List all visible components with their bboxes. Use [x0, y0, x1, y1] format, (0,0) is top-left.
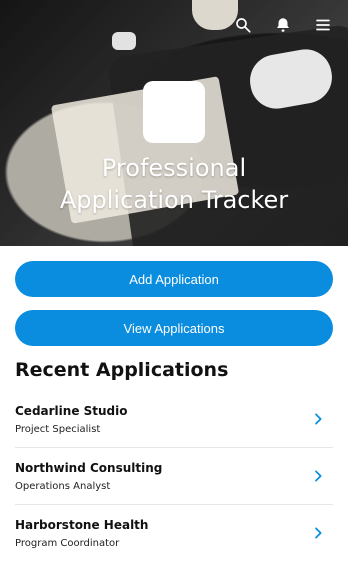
game-controller: [245, 45, 337, 113]
add-application-button[interactable]: Add Application: [15, 261, 333, 297]
chevron-right-icon[interactable]: [307, 522, 329, 544]
title-line-2: Application Tracker: [59, 186, 289, 214]
title-line-1: Professional: [101, 154, 247, 182]
hero-banner: Professional Application Tracker: [0, 0, 348, 246]
chevron-right-icon[interactable]: [307, 465, 329, 487]
role-title: Program Coordinator: [15, 537, 120, 549]
role-title: Project Specialist: [15, 423, 101, 435]
page-title: Professional Application Tracker: [0, 152, 348, 216]
top-actions: [232, 14, 334, 36]
search-icon[interactable]: [232, 14, 254, 36]
app-logo: [143, 81, 205, 143]
section-title-recent: Recent Applications: [15, 359, 229, 381]
menu-icon[interactable]: [312, 14, 334, 36]
company-name: Northwind Consulting: [15, 460, 163, 475]
list-item[interactable]: Harborstone Health Program Coordinator: [15, 505, 333, 561]
bell-icon[interactable]: [272, 14, 294, 36]
list-item[interactable]: Cedarline Studio Project Specialist: [15, 391, 333, 448]
earbuds-case: [112, 32, 136, 50]
view-applications-button[interactable]: View Applications: [15, 310, 333, 346]
list-item[interactable]: Northwind Consulting Operations Analyst: [15, 448, 333, 505]
company-name: Harborstone Health: [15, 517, 149, 532]
recent-applications-list: Cedarline Studio Project Specialist Nort…: [15, 391, 333, 561]
company-name: Cedarline Studio: [15, 403, 128, 418]
chevron-right-icon[interactable]: [307, 408, 329, 430]
main-content: Add Application View Applications Recent…: [0, 246, 348, 561]
role-title: Operations Analyst: [15, 480, 111, 492]
